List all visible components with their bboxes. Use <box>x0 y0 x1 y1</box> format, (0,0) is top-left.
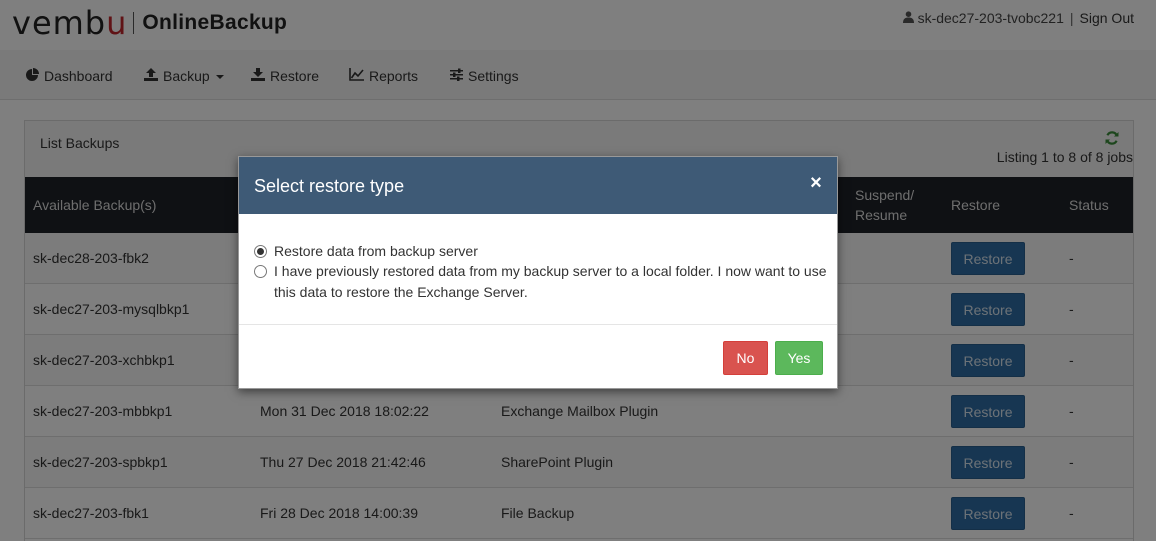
dialog-title: Select restore type <box>254 176 405 196</box>
option-restore-from-local-folder[interactable]: I have previously restored data from my … <box>254 261 827 303</box>
dialog-body: Restore data from backup server I have p… <box>239 214 837 325</box>
option-restore-from-server[interactable]: Restore data from backup server <box>254 241 478 262</box>
close-icon[interactable]: × <box>807 172 825 194</box>
option-line-1: I have previously restored data from my … <box>274 263 827 279</box>
restore-type-dialog: Select restore type × Restore data from … <box>238 156 838 389</box>
radio-restore-from-server[interactable] <box>254 245 267 258</box>
option-line-2: this data to restore the Exchange Server… <box>274 284 528 300</box>
no-button[interactable]: No <box>723 341 768 375</box>
dialog-header: Select restore type × <box>239 157 837 214</box>
radio-restore-from-local-folder[interactable] <box>254 265 267 278</box>
option-restore-from-server-label: Restore data from backup server <box>274 243 478 259</box>
yes-button[interactable]: Yes <box>775 341 823 375</box>
option-restore-from-local-folder-label: I have previously restored data from my … <box>274 261 827 303</box>
